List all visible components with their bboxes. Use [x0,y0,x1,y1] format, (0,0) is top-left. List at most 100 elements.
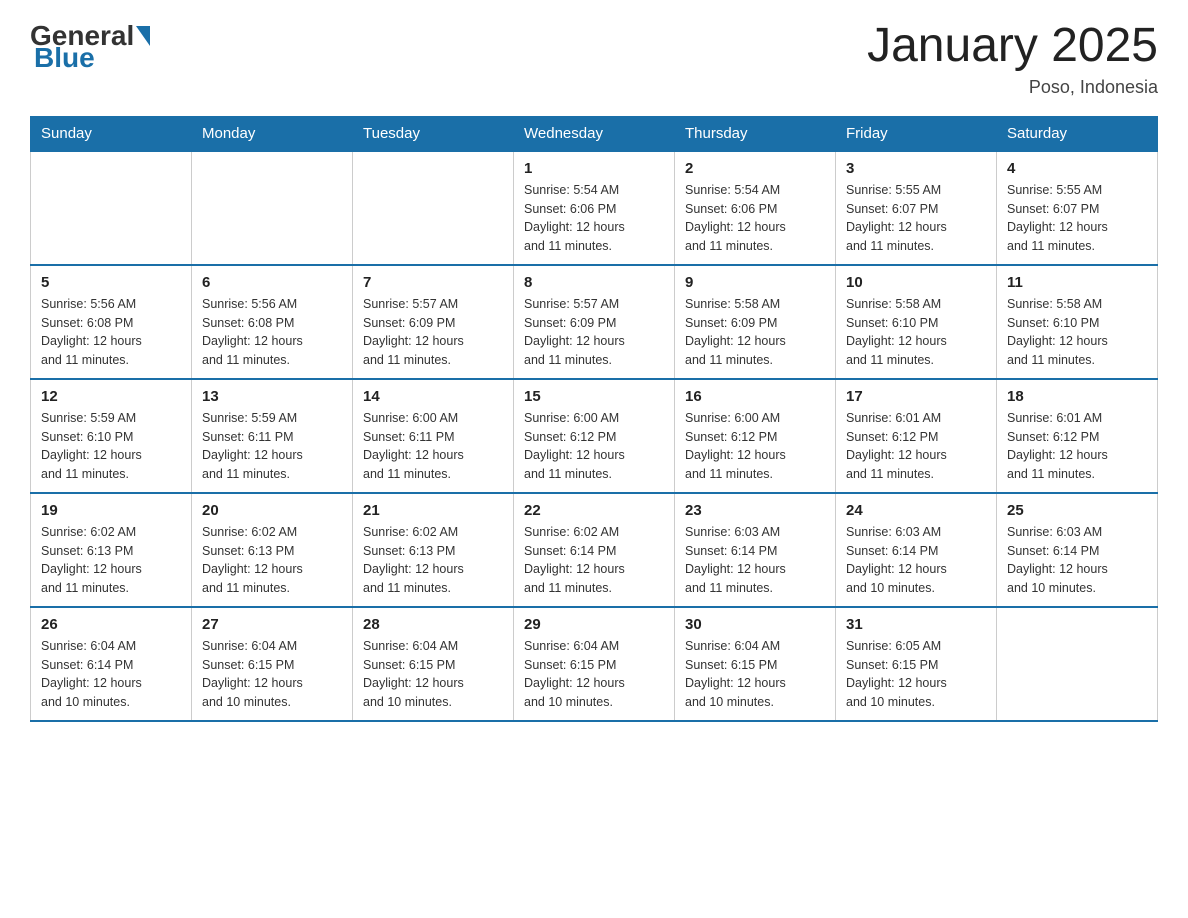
day-cell: 21Sunrise: 6:02 AM Sunset: 6:13 PM Dayli… [353,493,514,607]
day-cell: 30 Sunrise: 6:04 AM Sunset: 6:15 PM Dayli… [675,607,836,721]
day-number: 21 [363,502,503,519]
day-number: 3 [846,160,986,177]
day-number: 25 [1007,502,1147,519]
day-number: 2 [685,160,825,177]
day-info: Sunrise: 5:59 AM Sunset: 6:11 PM Dayligh… [202,409,342,484]
day-number: 7 [363,274,503,291]
calendar-table: SundayMondayTuesdayWednesdayThursdayFrid… [30,116,1158,722]
day-cell: 28 Sunrise: 6:04 AM Sunset: 6:15 PM Dayli… [353,607,514,721]
day-cell [192,151,353,265]
day-cell: 7 Sunrise: 5:57 AM Sunset: 6:09 PM Daylig… [353,265,514,379]
day-cell: 26 Sunrise: 6:04 AM Sunset: 6:14 PM Dayli… [31,607,192,721]
week-row-4: 19 Sunrise: 6:02 AM Sunset: 6:13 PM Dayli… [31,493,1158,607]
day-info: Sunrise: 5:58 AM Sunset: 6:10 PM Dayligh… [1007,295,1147,370]
day-info: Sunrise: 6:03 AM Sunset: 6:14 PM Dayligh… [685,523,825,598]
day-info: Sunrise: 6:04 AM Sunset: 6:15 PM Dayligh… [202,637,342,712]
week-row-1: 1Sunrise: 5:54 AM Sunset: 6:06 PM Daylig… [31,151,1158,265]
day-number: 16 [685,388,825,405]
day-number: 6 [202,274,342,291]
title-area: January 2025 Poso, Indonesia [867,20,1158,98]
day-number: 27 [202,616,342,633]
day-number: 28 [363,616,503,633]
day-cell: 19 Sunrise: 6:02 AM Sunset: 6:13 PM Dayli… [31,493,192,607]
day-cell [31,151,192,265]
day-number: 12 [41,388,181,405]
col-header-monday: Monday [192,116,353,151]
day-info: Sunrise: 6:01 AM Sunset: 6:12 PM Dayligh… [846,409,986,484]
day-cell: 6 Sunrise: 5:56 AM Sunset: 6:08 PM Daylig… [192,265,353,379]
day-info: Sunrise: 6:00 AM Sunset: 6:11 PM Dayligh… [363,409,503,484]
day-number: 20 [202,502,342,519]
col-header-thursday: Thursday [675,116,836,151]
day-number: 23 [685,502,825,519]
day-cell: 13Sunrise: 5:59 AM Sunset: 6:11 PM Dayli… [192,379,353,493]
day-info: Sunrise: 5:55 AM Sunset: 6:07 PM Dayligh… [1007,181,1147,256]
day-info: Sunrise: 6:01 AM Sunset: 6:12 PM Dayligh… [1007,409,1147,484]
day-cell: 31Sunrise: 6:05 AM Sunset: 6:15 PM Dayli… [836,607,997,721]
day-number: 10 [846,274,986,291]
day-cell: 1Sunrise: 5:54 AM Sunset: 6:06 PM Daylig… [514,151,675,265]
day-cell: 10 Sunrise: 5:58 AM Sunset: 6:10 PM Dayli… [836,265,997,379]
day-number: 26 [41,616,181,633]
day-cell: 12 Sunrise: 5:59 AM Sunset: 6:10 PM Dayli… [31,379,192,493]
col-header-friday: Friday [836,116,997,151]
week-row-2: 5Sunrise: 5:56 AM Sunset: 6:08 PM Daylig… [31,265,1158,379]
day-cell: 9 Sunrise: 5:58 AM Sunset: 6:09 PM Daylig… [675,265,836,379]
day-cell: 17 Sunrise: 6:01 AM Sunset: 6:12 PM Dayli… [836,379,997,493]
day-cell: 27 Sunrise: 6:04 AM Sunset: 6:15 PM Dayli… [192,607,353,721]
col-header-wednesday: Wednesday [514,116,675,151]
day-info: Sunrise: 5:59 AM Sunset: 6:10 PM Dayligh… [41,409,181,484]
day-info: Sunrise: 5:58 AM Sunset: 6:10 PM Dayligh… [846,295,986,370]
day-cell: 24 Sunrise: 6:03 AM Sunset: 6:14 PM Dayli… [836,493,997,607]
day-info: Sunrise: 6:04 AM Sunset: 6:15 PM Dayligh… [363,637,503,712]
day-info: Sunrise: 6:03 AM Sunset: 6:14 PM Dayligh… [1007,523,1147,598]
page-header: General Blue January 2025 Poso, Indonesi… [30,20,1158,98]
col-header-tuesday: Tuesday [353,116,514,151]
col-header-sunday: Sunday [31,116,192,151]
day-number: 4 [1007,160,1147,177]
day-cell: 16 Sunrise: 6:00 AM Sunset: 6:12 PM Dayli… [675,379,836,493]
header-row: SundayMondayTuesdayWednesdayThursdayFrid… [31,116,1158,151]
logo-blue-text: Blue [34,42,95,74]
day-info: Sunrise: 5:56 AM Sunset: 6:08 PM Dayligh… [202,295,342,370]
day-info: Sunrise: 6:04 AM Sunset: 6:14 PM Dayligh… [41,637,181,712]
week-row-3: 12 Sunrise: 5:59 AM Sunset: 6:10 PM Dayli… [31,379,1158,493]
logo-triangle-icon [136,26,150,46]
day-info: Sunrise: 6:02 AM Sunset: 6:14 PM Dayligh… [524,523,664,598]
day-cell [353,151,514,265]
day-info: Sunrise: 6:03 AM Sunset: 6:14 PM Dayligh… [846,523,986,598]
day-info: Sunrise: 5:54 AM Sunset: 6:06 PM Dayligh… [685,181,825,256]
location-label: Poso, Indonesia [867,77,1158,98]
day-cell: 14 Sunrise: 6:00 AM Sunset: 6:11 PM Dayli… [353,379,514,493]
day-number: 24 [846,502,986,519]
day-info: Sunrise: 5:57 AM Sunset: 6:09 PM Dayligh… [524,295,664,370]
day-cell: 15 Sunrise: 6:00 AM Sunset: 6:12 PM Dayli… [514,379,675,493]
day-info: Sunrise: 6:04 AM Sunset: 6:15 PM Dayligh… [685,637,825,712]
day-info: Sunrise: 6:04 AM Sunset: 6:15 PM Dayligh… [524,637,664,712]
day-info: Sunrise: 6:00 AM Sunset: 6:12 PM Dayligh… [524,409,664,484]
day-info: Sunrise: 5:54 AM Sunset: 6:06 PM Dayligh… [524,181,664,256]
day-cell: 29Sunrise: 6:04 AM Sunset: 6:15 PM Dayli… [514,607,675,721]
day-info: Sunrise: 5:55 AM Sunset: 6:07 PM Dayligh… [846,181,986,256]
day-cell: 11 Sunrise: 5:58 AM Sunset: 6:10 PM Dayli… [997,265,1158,379]
day-number: 15 [524,388,664,405]
day-cell: 4 Sunrise: 5:55 AM Sunset: 6:07 PM Daylig… [997,151,1158,265]
day-info: Sunrise: 5:57 AM Sunset: 6:09 PM Dayligh… [363,295,503,370]
day-number: 19 [41,502,181,519]
day-info: Sunrise: 5:58 AM Sunset: 6:09 PM Dayligh… [685,295,825,370]
day-cell: 20Sunrise: 6:02 AM Sunset: 6:13 PM Dayli… [192,493,353,607]
day-number: 9 [685,274,825,291]
day-number: 18 [1007,388,1147,405]
day-cell: 18 Sunrise: 6:01 AM Sunset: 6:12 PM Dayli… [997,379,1158,493]
day-number: 14 [363,388,503,405]
day-number: 22 [524,502,664,519]
day-number: 11 [1007,274,1147,291]
day-info: Sunrise: 6:00 AM Sunset: 6:12 PM Dayligh… [685,409,825,484]
day-info: Sunrise: 5:56 AM Sunset: 6:08 PM Dayligh… [41,295,181,370]
day-number: 30 [685,616,825,633]
day-cell [997,607,1158,721]
day-number: 17 [846,388,986,405]
day-cell: 23 Sunrise: 6:03 AM Sunset: 6:14 PM Dayli… [675,493,836,607]
month-title: January 2025 [867,20,1158,73]
day-info: Sunrise: 6:02 AM Sunset: 6:13 PM Dayligh… [41,523,181,598]
